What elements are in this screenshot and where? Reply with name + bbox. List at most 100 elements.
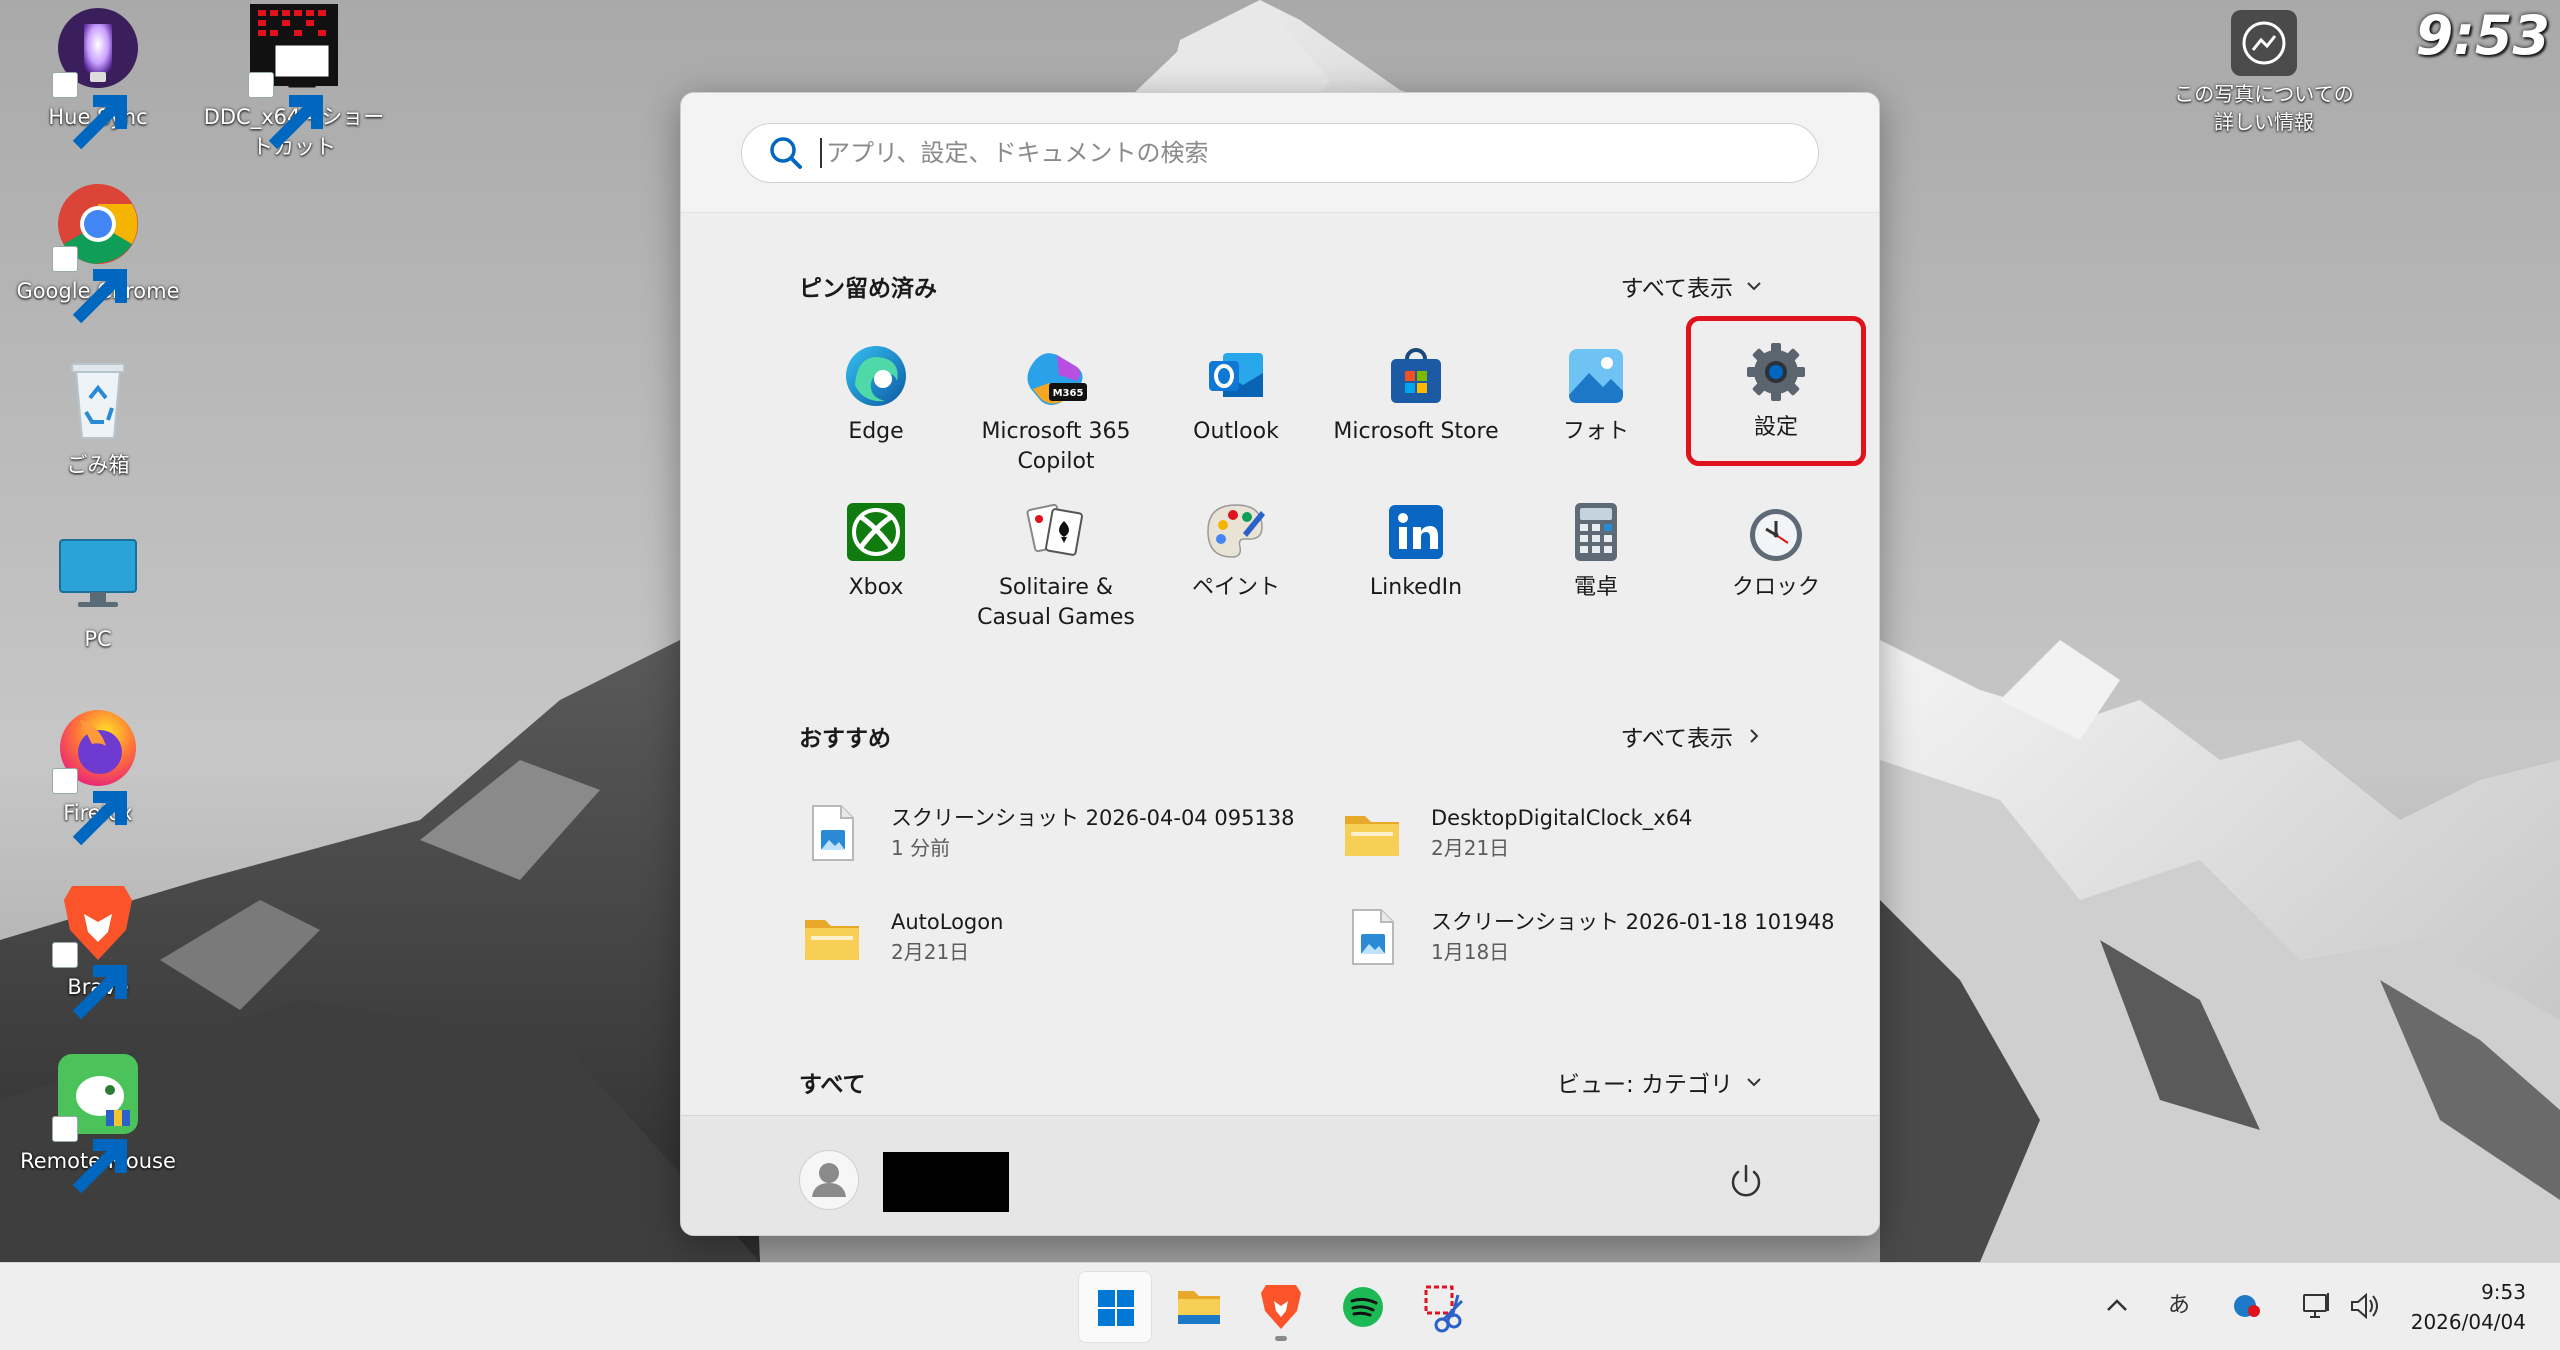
recommended-item-time: 1月18日 [1431,940,1510,964]
power-button[interactable] [1721,1156,1771,1206]
recommended-item[interactable]: スクリーンショット 2026-01-18 101948 1月18日 [1337,895,1837,979]
pinned-app-paint[interactable]: ペイント [1151,487,1321,637]
recommended-item[interactable]: スクリーンショット 2026-04-04 095138 1 分前 [797,791,1297,875]
search-input[interactable] [826,139,1818,167]
search-box[interactable] [741,123,1819,183]
brave-icon [1261,1285,1301,1329]
tray-overflow-button[interactable] [2094,1283,2140,1329]
recommended-item-name: スクリーンショット 2026-04-04 095138 [891,806,1295,830]
tray-cloud-app-button[interactable] [2224,1283,2270,1329]
tray-network-button[interactable] [2294,1283,2340,1329]
desktop-icon-firefox[interactable]: Firefox [0,700,196,846]
recommended-header: おすすめ すべて表示 [799,713,1769,759]
chevron-up-icon [2107,1299,2127,1311]
shortcut-arrow-icon [52,768,127,846]
pinned-app-settings[interactable]: 設定 [1686,316,1866,466]
pinned-app-outlook[interactable]: Outlook [1151,331,1321,481]
pinned-app-label: 設定 [1753,415,1798,440]
taskbar: あ 9:53 2026/04/04 [0,1262,2560,1350]
start-icon [1098,1290,1134,1326]
pinned-app-linkedin[interactable]: LinkedIn [1331,487,1501,637]
tray-clock[interactable]: 9:53 2026/04/04 [2411,1277,2526,1337]
tray-ime-indicator[interactable]: あ [2156,1283,2202,1329]
pinned-title: ピン留め済み [799,276,937,302]
pinned-app-label: 電卓 [1573,575,1618,600]
m365-copilot-icon: M365 [1027,353,1087,405]
start-menu: ピン留め済み すべて表示 Edge M365 Microso [680,92,1880,1236]
tray-date: 2026/04/04 [2410,1310,2526,1334]
running-indicator [1275,1336,1287,1341]
recommended-item-time: 1 分前 [891,836,951,860]
pinned-app-clock[interactable]: クロック [1691,487,1861,637]
linkedin-icon [1389,505,1443,559]
pinned-app-label: Outlook [1193,419,1279,444]
taskbar-start-button[interactable] [1078,1271,1152,1343]
pinned-app-label: Solitaire & Casual Games [977,575,1135,630]
chevron-down-icon [1747,1078,1761,1087]
taskbar-spotify-button[interactable] [1326,1271,1400,1343]
desktop-icon-remote-mouse[interactable]: Remote Mouse [0,1048,196,1194]
network-monitor-icon [2303,1293,2329,1318]
start-footer [681,1115,1879,1235]
recommended-item[interactable]: DesktopDigitalClock_x64 2月21日 [1337,791,1837,875]
desktop-icon-google-chrome[interactable]: Google Chrome [0,178,196,324]
text-caret [820,138,822,168]
pinned-app-edge[interactable]: Edge [791,331,961,481]
snipping-tool-icon [1424,1285,1464,1333]
shortcut-arrow-icon [52,72,127,150]
chevron-down-icon [1747,282,1761,291]
search-icon [770,137,802,169]
desktop-icon-label: ごみ箱 [66,453,130,477]
taskbar-brave-button[interactable] [1244,1271,1318,1343]
pinned-app-label: Microsoft 365 Copilot [981,419,1131,474]
desktop-icon-recycle-bin[interactable]: ごみ箱 [0,352,196,480]
pinned-app-calculator[interactable]: 電卓 [1511,487,1681,637]
taskbar-file-explorer-button[interactable] [1162,1271,1236,1343]
user-avatar-button[interactable] [799,1150,859,1210]
shortcut-arrow-icon [52,1116,127,1194]
pinned-app-xbox[interactable]: Xbox [791,487,961,637]
shortcut-arrow-icon [248,72,323,150]
pinned-show-all-button[interactable]: すべて表示 [1615,263,1769,309]
pinned-app-label: Microsoft Store [1333,419,1499,444]
pinned-app-photos[interactable]: フォト [1511,331,1681,481]
pc-monitor-icon [59,539,137,607]
recommended-item[interactable]: AutoLogon 2月21日 [797,895,1297,979]
desktop-icon-pc[interactable]: PC [0,526,196,654]
all-apps-header: すべて ビュー: カテゴリ [799,1059,1769,1105]
all-apps-title: すべて [799,1072,866,1098]
recycle-bin-icon [71,363,125,439]
desktop-icon-hue-sync[interactable]: Hue Sync [0,4,196,150]
user-name-redacted[interactable] [883,1152,1009,1212]
photo-info-label: この写真についての詳しい情報 [2174,82,2354,134]
m365-badge: M365 [1053,388,1084,399]
user-avatar-icon [812,1163,846,1197]
pinned-app-label: Xbox [848,575,904,600]
volume-icon [2351,1292,2378,1320]
recommended-show-all-button[interactable]: すべて表示 [1615,713,1769,759]
clock-icon [1750,509,1802,561]
pinned-app-m365-copilot[interactable]: M365 Microsoft 365 Copilot [971,331,1141,481]
app-tray-icon [2234,1295,2260,1317]
pinned-header: ピン留め済み すべて表示 [799,263,1769,309]
desktop-clock-overlay: 9:53 [2415,4,2550,67]
camera-info-icon [2231,10,2297,76]
view-category-dropdown[interactable]: ビュー: カテゴリ [1551,1059,1769,1105]
tray-volume-button[interactable] [2342,1283,2388,1329]
pinned-app-label: ペイント [1191,575,1280,600]
recommended-title: おすすめ [799,726,891,752]
paint-palette-icon [1207,504,1265,558]
pinned-app-solitaire[interactable]: Solitaire & Casual Games [971,487,1141,637]
desktop-photo-info[interactable]: この写真についての詳しい情報 [2166,8,2362,136]
image-file-icon [812,805,854,861]
recommended-item-time: 2月21日 [891,940,970,964]
xbox-icon [847,503,905,561]
pinned-app-microsoft-store[interactable]: Microsoft Store [1331,331,1501,481]
desktop-icon-ddc[interactable]: DDC_x64 - ショートカット [196,4,392,162]
recommended-item-time: 2月21日 [1431,836,1510,860]
recommended-item-name: AutoLogon [891,910,1004,934]
calculator-icon [1575,503,1617,561]
show-all-label: すべて表示 [1620,726,1733,752]
desktop-icon-brave[interactable]: Brave [0,874,196,1020]
taskbar-snipping-tool-button[interactable] [1408,1271,1482,1343]
